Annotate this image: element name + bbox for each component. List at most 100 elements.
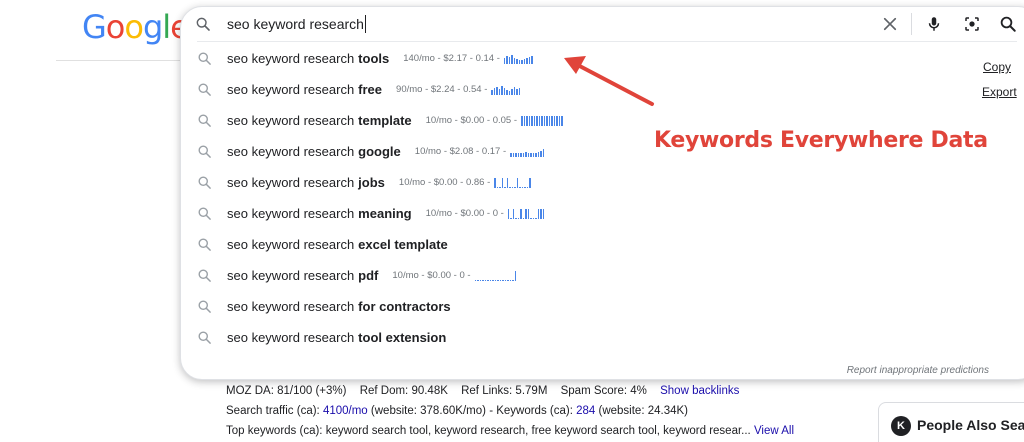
traffic-value[interactable]: 4100/mo — [323, 405, 368, 417]
trend-bar — [536, 115, 538, 126]
search-icon — [198, 207, 211, 220]
suggestion-item[interactable]: seo keyword research excel template — [181, 229, 1024, 260]
keywords-label: - Keywords (ca): — [489, 405, 573, 417]
suggestion-item[interactable]: seo keyword research pdf 10/mo - $0.00 - 0… — [181, 260, 1024, 291]
search-icon — [198, 331, 211, 344]
trend-bar — [509, 186, 511, 188]
trend-bar — [518, 87, 521, 95]
suggestion-item[interactable]: seo keyword research tool extension — [181, 322, 1024, 353]
trend-bar — [527, 152, 530, 157]
ref-dom: Ref Dom: 90.48K — [359, 385, 448, 397]
trend-bar — [512, 279, 514, 281]
report-predictions-link[interactable]: Report inappropriate predictions — [847, 365, 989, 376]
view-all-link[interactable]: View All — [754, 425, 794, 437]
trend-bar — [540, 150, 542, 157]
logo-letter: l — [162, 8, 171, 46]
trend-bar — [518, 59, 521, 64]
camera-search-icon[interactable] — [963, 15, 981, 33]
suggestion-text: seo keyword research template 10/mo - $0.0… — [227, 113, 563, 128]
top-keywords: Top keywords (ca): keyword search tool, … — [226, 425, 751, 437]
people-also-search-card[interactable]: K People Also Sea — [878, 402, 1024, 442]
ke-backlink-stats: MOZ DA: 81/100 (+3%) Ref Dom: 90.48K Ref… — [226, 385, 739, 397]
suggestion-prefix: seo keyword research — [227, 175, 355, 190]
clear-icon[interactable] — [881, 15, 899, 33]
trend-bar — [524, 186, 526, 188]
export-link[interactable]: Export — [982, 85, 1017, 99]
suggestion-prefix: seo keyword research — [227, 299, 355, 314]
trend-bar — [479, 279, 482, 281]
trend-bar — [477, 279, 479, 281]
show-backlinks-link[interactable]: Show backlinks — [660, 385, 739, 397]
trend-sparkline — [510, 147, 545, 157]
trend-bar — [506, 177, 509, 188]
google-logo[interactable]: Google — [82, 8, 190, 46]
trend-bar — [542, 208, 545, 219]
trend-bar — [522, 152, 525, 157]
suggestion-prefix: seo keyword research — [227, 82, 355, 97]
trend-bar — [561, 115, 563, 126]
search-icon — [198, 114, 211, 127]
moz-da: MOZ DA: 81/100 (+3%) — [226, 385, 347, 397]
trend-bar — [510, 217, 512, 219]
search-icon — [198, 300, 211, 313]
trend-bar — [504, 279, 507, 281]
keywords-value[interactable]: 284 — [576, 405, 595, 417]
trend-bar — [538, 115, 540, 126]
trend-bar — [516, 58, 518, 64]
trend-bar — [474, 279, 477, 281]
copy-link[interactable]: Copy — [983, 60, 1011, 74]
microphone-icon[interactable] — [925, 15, 943, 33]
keywords-website: (website: 24.34K) — [598, 405, 689, 417]
trend-bar — [542, 148, 545, 157]
suggestion-item[interactable]: seo keyword research meaning 10/mo - $0.00… — [181, 198, 1024, 229]
search-icon — [196, 17, 210, 31]
trend-bar — [540, 208, 542, 219]
trend-bar — [511, 186, 514, 188]
trend-bar — [507, 279, 509, 281]
ke-top-keywords: Top keywords (ca): keyword search tool, … — [226, 425, 794, 437]
search-submit-icon[interactable] — [999, 15, 1017, 33]
spam-score: Spam Score: 4% — [560, 385, 647, 397]
suggestion-text: seo keyword research jobs 10/mo - $0.00 - … — [227, 175, 531, 190]
trend-sparkline — [521, 115, 563, 126]
trend-bar — [525, 151, 527, 157]
ke-keyword-metrics: 10/mo - $0.00 - 0 - — [392, 270, 471, 281]
search-input[interactable] — [227, 11, 867, 37]
trend-bar — [537, 151, 540, 157]
trend-bar — [504, 186, 506, 188]
trend-bar — [510, 152, 512, 157]
trend-bar — [494, 279, 497, 281]
trend-bar — [506, 89, 508, 95]
trend-bar — [513, 86, 516, 95]
trend-bar — [556, 115, 558, 126]
trend-bar — [521, 186, 524, 188]
trend-bar — [484, 279, 487, 281]
suggestion-text: seo keyword research for contractors — [227, 299, 451, 314]
logo-letter: o — [105, 8, 126, 46]
suggestion-item[interactable]: seo keyword research jobs 10/mo - $0.00 - … — [181, 167, 1024, 198]
trend-bar — [541, 115, 543, 126]
suggestion-prefix: seo keyword research — [227, 206, 355, 221]
ke-keyword-metrics: 140/mo - $2.17 - 0.14 - — [403, 53, 500, 64]
suggestion-prefix: seo keyword research — [227, 144, 355, 159]
ke-keyword-metrics: 10/mo - $0.00 - 0.86 - — [398, 177, 491, 188]
trend-bar — [496, 186, 499, 188]
search-icon — [198, 269, 211, 282]
suggestion-suffix: template — [358, 113, 412, 128]
trend-bar — [508, 56, 511, 64]
suggestion-prefix: seo keyword research — [227, 330, 355, 345]
trend-sparkline — [491, 85, 521, 95]
trend-bar — [498, 88, 501, 95]
trend-bar — [519, 186, 521, 188]
search-divider — [197, 41, 1017, 42]
trend-bar — [523, 58, 526, 64]
logo-letter: G — [82, 8, 107, 46]
trend-bar — [512, 208, 515, 219]
trend-bar — [517, 152, 520, 157]
suggestion-suffix: google — [358, 144, 401, 159]
trend-bar — [535, 152, 537, 157]
suggestion-item[interactable]: seo keyword research for contractors — [181, 291, 1024, 322]
trend-sparkline — [503, 54, 533, 64]
trend-bar — [526, 115, 528, 126]
search-bar — [181, 7, 1024, 41]
